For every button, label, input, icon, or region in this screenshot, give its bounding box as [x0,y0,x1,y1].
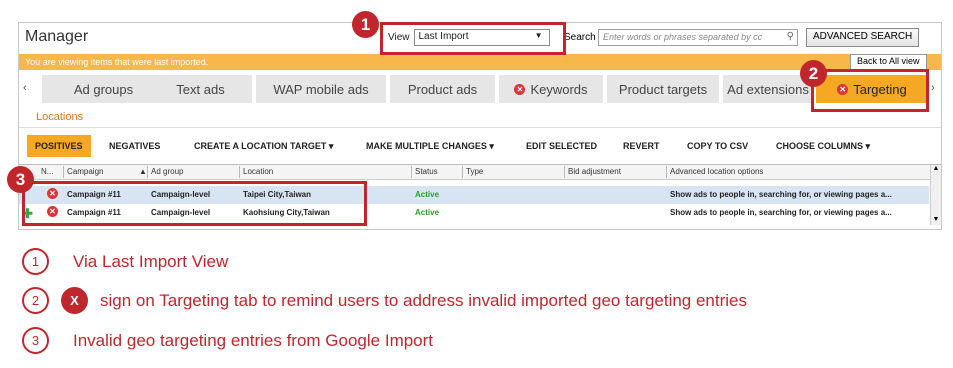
search-input[interactable]: Enter words or phrases separated by cc ⚲ [598,29,798,46]
app-title: Manager [25,28,89,45]
legend-item-2: 2 X sign on Targeting tab to remind user… [22,287,747,314]
callout-box-2 [811,69,929,112]
tab-product-targets[interactable]: Product targets [607,75,719,103]
col-bid-adjustment[interactable]: Bid adjustment [568,167,621,176]
create-location-target-button[interactable]: CREATE A LOCATION TARGET ▾ [194,135,333,157]
subnav-locations[interactable]: Locations [36,111,83,123]
edit-selected-button[interactable]: EDIT SELECTED [526,135,597,157]
tab-label: Product ads [407,81,478,97]
callout-number-3: 3 [7,166,34,193]
error-x-icon: X [61,287,88,314]
col-advanced-location-options[interactable]: Advanced location options [670,167,763,176]
legend-number: 3 [22,327,49,354]
col-divider [564,166,565,178]
legend-text: Via Last Import View [73,251,229,271]
chevron-down-icon: ▾ [865,141,871,151]
tab-ad-extensions[interactable]: Ad extensions [723,75,813,103]
cell-status: Active [415,208,440,217]
back-to-all-view-button[interactable]: Back to All view [850,54,927,70]
multiple-label: MAKE MULTIPLE CHANGES [366,141,487,151]
tab-ad-groups[interactable]: Ad groups [42,75,165,103]
col-type[interactable]: Type [466,167,483,176]
make-multiple-changes-button[interactable]: MAKE MULTIPLE CHANGES ▾ [366,135,494,157]
vertical-scrollbar[interactable]: ▲ ▼ [930,165,941,225]
cell-advanced: Show ads to people in, searching for, or… [670,208,892,217]
tab-label: Keywords [530,81,588,97]
col-ad-group[interactable]: Ad group [151,167,183,176]
callout-number-2: 2 [800,60,827,87]
revert-button[interactable]: REVERT [623,135,660,157]
positives-button[interactable]: POSITIVES [27,135,91,157]
col-divider [147,166,148,178]
legend-number: 1 [22,248,49,275]
tab-wap-mobile-ads[interactable]: WAP mobile ads [256,75,386,103]
search-placeholder: Enter words or phrases separated by cc [603,32,763,42]
legend-item-1: 1 Via Last Import View [22,248,228,275]
chevron-left-icon[interactable]: ‹ [23,82,27,94]
chevron-right-icon[interactable]: › [931,82,935,94]
cell-status: Active [415,190,440,199]
negatives-button[interactable]: NEGATIVES [109,135,160,157]
cell-advanced: Show ads to people in, searching for, or… [670,190,892,199]
legend-item-3: 3 Invalid geo targeting entries from Goo… [22,327,433,354]
create-label: CREATE A LOCATION TARGET [194,141,327,151]
search-label: Search [564,32,596,43]
sort-asc-icon: ▲ [139,167,147,176]
divider [19,127,941,128]
legend-number: 2 [22,287,49,314]
tab-keywords[interactable]: ✕ Keywords [499,75,603,103]
col-n[interactable]: N... [41,167,53,176]
col-divider [666,166,667,178]
tab-label: WAP mobile ads [273,81,369,97]
tab-label: Ad groups [73,81,134,97]
col-campaign[interactable]: Campaign [67,167,103,176]
col-divider [239,166,240,178]
col-divider [462,166,463,178]
tab-label: Ad extensions [727,81,809,97]
scroll-up-icon[interactable]: ▲ [931,165,941,172]
advanced-search-button[interactable]: ADVANCED SEARCH [806,28,920,47]
columns-label: CHOOSE COLUMNS [776,141,864,151]
col-location[interactable]: Location [243,167,273,176]
col-divider [411,166,412,178]
callout-number-1: 1 [352,11,379,38]
copy-to-csv-button[interactable]: COPY TO CSV [687,135,748,157]
tab-product-ads[interactable]: Product ads [390,75,495,103]
tab-label: Text ads [176,81,225,97]
tab-label: Product targets [618,81,708,97]
col-divider [63,166,64,178]
chevron-down-icon: ▾ [489,141,494,151]
callout-box-3 [22,181,367,226]
choose-columns-button[interactable]: CHOOSE COLUMNS ▾ [776,135,870,157]
legend-text: sign on Targeting tab to remind users to… [100,290,748,310]
scroll-down-icon[interactable]: ▼ [931,216,941,223]
legend-text: Invalid geo targeting entries from Googl… [73,330,434,350]
error-x-icon: ✕ [514,83,526,95]
chevron-down-icon: ▾ [328,141,334,151]
toolbar: POSITIVES NEGATIVES CREATE A LOCATION TA… [19,135,941,157]
col-status[interactable]: Status [415,167,438,176]
tab-text-ads[interactable]: Text ads [149,75,252,103]
callout-box-1 [380,22,566,55]
search-icon[interactable]: ⚲ [787,31,794,42]
grid-header: N... Campaign ▲ Ad group Location Status… [19,165,941,180]
